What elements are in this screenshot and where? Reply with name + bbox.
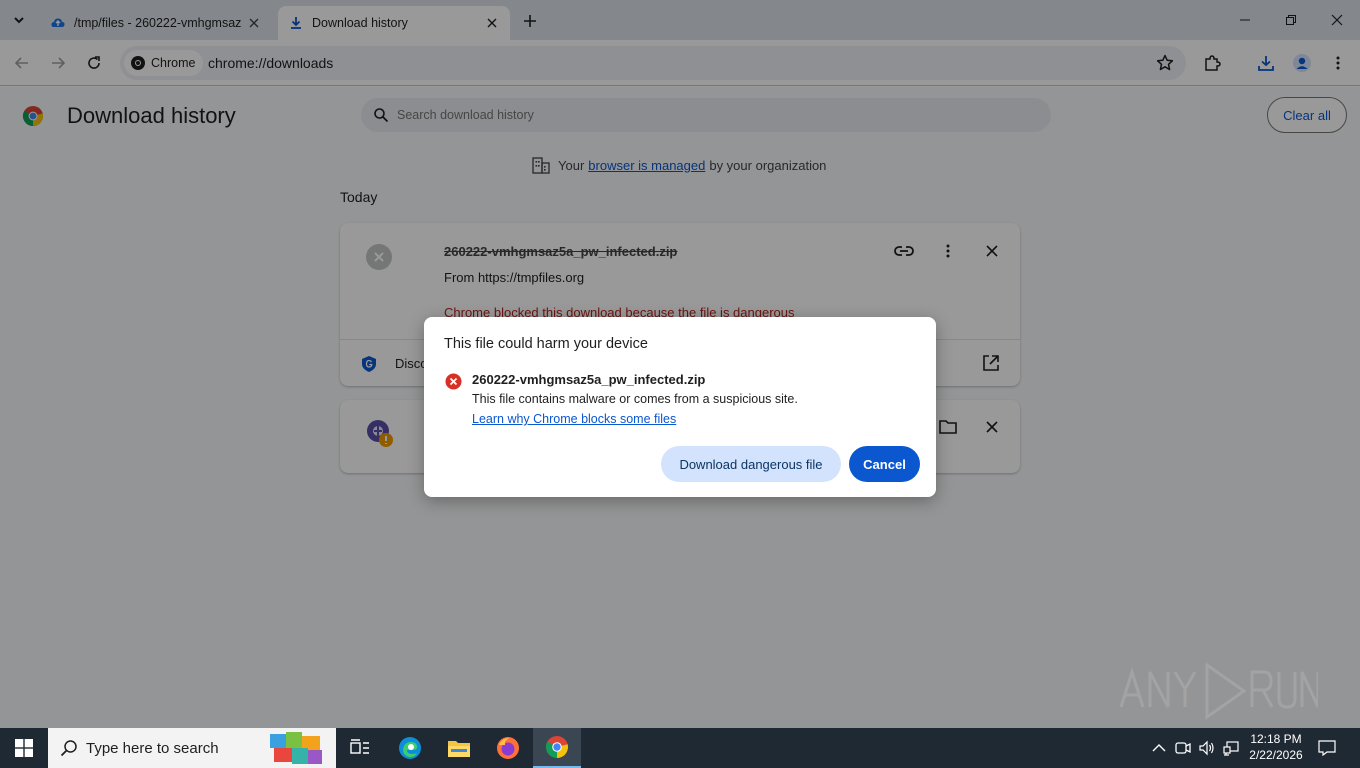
notifications-button[interactable] bbox=[1318, 739, 1336, 757]
dialog-filename: 260222-vmhgmsaz5a_pw_infected.zip bbox=[472, 372, 706, 387]
taskbar-chrome[interactable] bbox=[533, 728, 581, 768]
dialog-title: This file could harm your device bbox=[444, 336, 648, 352]
puzzle-decoration-icon bbox=[270, 732, 322, 764]
network-icon bbox=[1223, 741, 1239, 756]
error-icon bbox=[445, 373, 462, 390]
taskbar-search-box[interactable]: Type here to search bbox=[48, 728, 336, 768]
chevron-up-icon bbox=[1152, 744, 1166, 752]
chrome-icon bbox=[546, 736, 568, 758]
taskbar-edge[interactable] bbox=[386, 728, 434, 768]
anyrun-watermark-logo bbox=[1119, 662, 1318, 720]
task-view-button[interactable] bbox=[336, 728, 384, 768]
tray-meet-now[interactable] bbox=[1174, 739, 1192, 757]
folder-icon bbox=[448, 741, 470, 757]
tray-overflow-chevron[interactable] bbox=[1150, 739, 1168, 757]
edge-icon bbox=[399, 737, 421, 759]
start-button[interactable] bbox=[0, 728, 48, 768]
cancel-button[interactable]: Cancel bbox=[849, 446, 920, 482]
meet-now-icon bbox=[1175, 742, 1191, 754]
dangerous-download-dialog: This file could harm your device 260222-… bbox=[424, 317, 936, 497]
download-dangerous-button[interactable]: Download dangerous file bbox=[661, 446, 841, 482]
task-view-icon bbox=[350, 739, 369, 754]
tray-network[interactable] bbox=[1222, 739, 1240, 757]
notification-icon bbox=[1318, 740, 1336, 756]
dialog-message: This file contains malware or comes from… bbox=[472, 392, 798, 406]
windows-taskbar: Type here to search 12:18 PM 2/22/2026 bbox=[0, 728, 1360, 768]
taskbar-firefox[interactable] bbox=[484, 728, 532, 768]
windows-logo-icon bbox=[15, 739, 33, 757]
taskbar-file-explorer[interactable] bbox=[435, 728, 483, 768]
firefox-icon bbox=[497, 737, 519, 759]
taskbar-search-placeholder: Type here to search bbox=[86, 739, 219, 757]
clock-date: 2/22/2026 bbox=[1249, 748, 1303, 762]
tray-volume[interactable] bbox=[1198, 739, 1216, 757]
taskbar-clock[interactable]: 12:18 PM 2/22/2026 bbox=[1248, 731, 1304, 763]
volume-icon bbox=[1199, 740, 1214, 756]
learn-why-link[interactable]: Learn why Chrome blocks some files bbox=[472, 412, 676, 426]
clock-time: 12:18 PM bbox=[1250, 732, 1302, 746]
search-icon bbox=[60, 740, 77, 757]
